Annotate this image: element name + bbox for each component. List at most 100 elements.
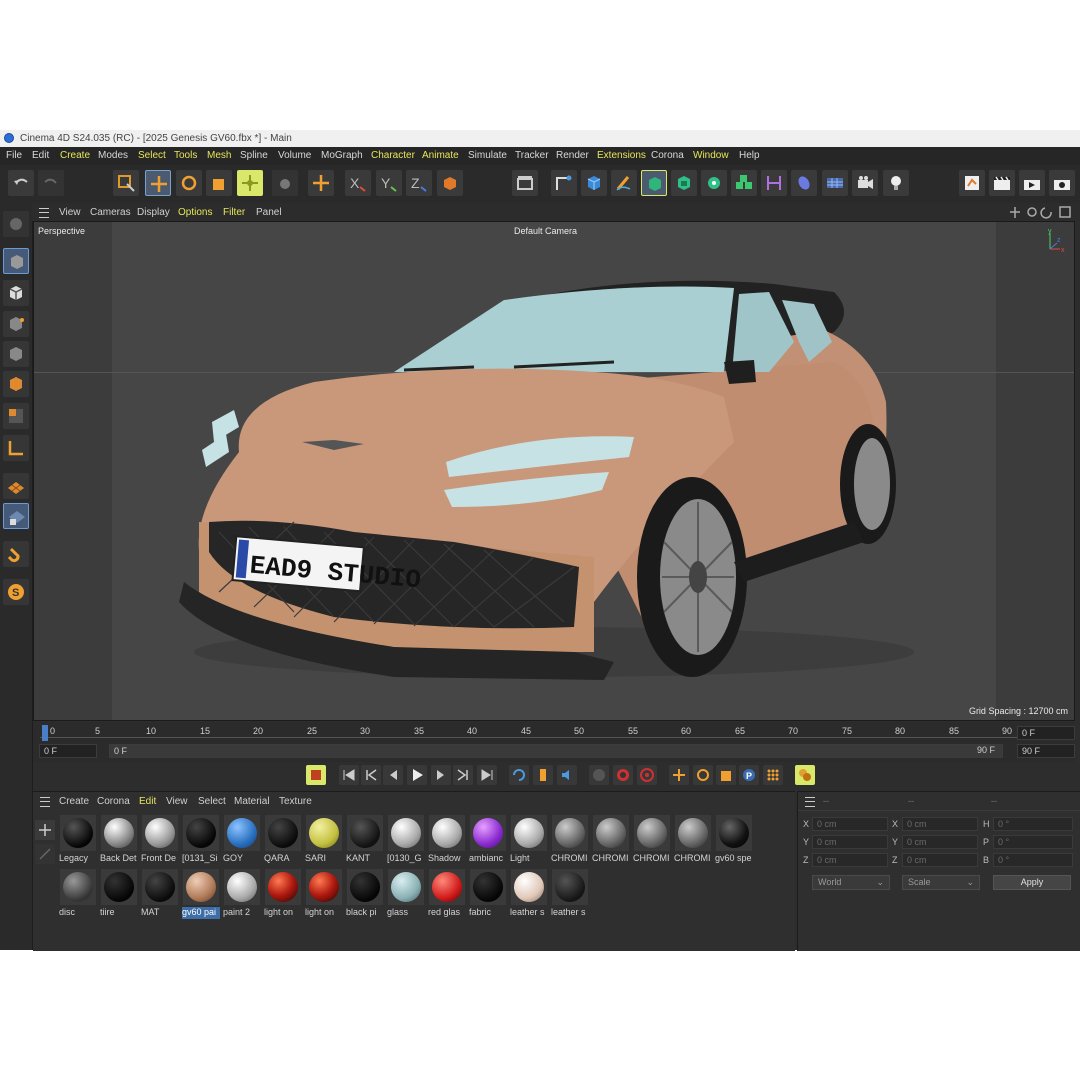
next-frame-icon[interactable]	[431, 765, 451, 785]
environment-sky-icon[interactable]	[822, 170, 848, 196]
texture-mode-icon[interactable]	[3, 280, 29, 306]
mograph-effector-icon[interactable]	[731, 170, 757, 196]
material-swatch[interactable]: fabric	[469, 868, 507, 918]
material-menu-create[interactable]: Create	[59, 796, 89, 807]
polygons-mode-icon[interactable]	[3, 371, 29, 397]
material-swatch[interactable]: [0130_G	[387, 814, 425, 864]
subdivision-surface-icon[interactable]	[641, 170, 667, 196]
coordinates-hamburger-icon[interactable]	[805, 797, 815, 807]
undo-icon[interactable]	[8, 170, 34, 196]
render-settings-icon[interactable]	[959, 170, 985, 196]
solo-mode-icon[interactable]: S	[3, 579, 29, 605]
pos-z-field[interactable]: 0 cm	[812, 853, 888, 867]
workplane-icon[interactable]	[3, 473, 29, 499]
loop-icon[interactable]	[509, 765, 529, 785]
next-key-icon[interactable]	[453, 765, 473, 785]
points-mode-icon[interactable]	[3, 311, 29, 337]
material-swatch[interactable]: CHROMI	[551, 814, 589, 864]
edit-render-settings-icon[interactable]	[1049, 170, 1075, 196]
material-swatch[interactable]: MAT	[141, 868, 179, 918]
menu-corona[interactable]: Corona	[651, 150, 684, 161]
timeline-ruler-icon[interactable]	[533, 765, 553, 785]
viewport-menu-view[interactable]: View	[59, 207, 81, 218]
live-selection-icon[interactable]	[113, 170, 139, 196]
menu-simulate[interactable]: Simulate	[468, 150, 507, 161]
deformer-icon[interactable]	[761, 170, 787, 196]
edges-mode-icon[interactable]	[3, 341, 29, 367]
mograph-cloner-icon[interactable]	[701, 170, 727, 196]
cube-primitive-icon[interactable]	[581, 170, 607, 196]
material-swatch[interactable]: ambianc	[469, 814, 507, 864]
material-swatch[interactable]: paint 2	[223, 868, 261, 918]
extrude-generator-icon[interactable]	[671, 170, 697, 196]
render-view-icon[interactable]	[989, 170, 1015, 196]
pen-sketch-icon[interactable]	[611, 170, 637, 196]
material-menu-edit[interactable]: Edit	[139, 796, 156, 807]
material-swatch[interactable]: tiire	[100, 868, 138, 918]
previous-frame-icon[interactable]	[383, 765, 403, 785]
menu-help[interactable]: Help	[739, 150, 760, 161]
uv-mode-icon[interactable]	[3, 403, 29, 429]
car-model-render[interactable]: EAD9 STUDIO	[34, 222, 1074, 720]
viewport-menu-options[interactable]: Options	[178, 207, 212, 218]
size-mode-dropdown[interactable]: Scale ⌄	[902, 875, 980, 890]
material-swatch[interactable]: KANT	[346, 814, 384, 864]
light-object-icon[interactable]	[883, 170, 909, 196]
apply-button[interactable]: Apply	[993, 875, 1071, 890]
model-mode-icon[interactable]	[3, 248, 29, 274]
go-to-end-icon[interactable]	[477, 765, 497, 785]
rot-h-field[interactable]: 0 °	[993, 817, 1073, 831]
material-link-icon[interactable]	[35, 844, 55, 864]
x-axis-icon[interactable]: X	[345, 170, 371, 196]
material-swatch[interactable]: CHROMI	[592, 814, 630, 864]
hamburger-menu-icon[interactable]	[39, 208, 49, 218]
frame-ruler[interactable]: 0 5 10 15 20 25 30 35 40 45 50 55 60 65 …	[40, 725, 1042, 741]
z-axis-icon[interactable]: Z	[406, 170, 432, 196]
record-active-objects-icon[interactable]	[589, 765, 609, 785]
y-axis-icon[interactable]: Y	[376, 170, 402, 196]
material-hamburger-icon[interactable]	[40, 797, 50, 807]
sound-icon[interactable]	[557, 765, 577, 785]
max-frame-field[interactable]: 0 F	[1017, 726, 1075, 740]
move-tool-icon[interactable]	[145, 170, 171, 196]
motion-clip-icon[interactable]	[795, 765, 815, 785]
material-swatch[interactable]: leather s	[510, 868, 548, 918]
coordinate-system-icon[interactable]	[437, 170, 463, 196]
material-swatch[interactable]: QARA	[264, 814, 302, 864]
preview-range-end[interactable]: 90 F	[973, 744, 1003, 758]
keyframe-selection-icon[interactable]	[637, 765, 657, 785]
preview-range-start[interactable]: 0 F	[109, 744, 1003, 758]
menu-mograph[interactable]: MoGraph	[321, 150, 363, 161]
material-swatch[interactable]: Back Det	[100, 814, 138, 864]
menu-animate[interactable]: Animate	[422, 150, 459, 161]
render-picture-viewer-icon[interactable]	[1019, 170, 1045, 196]
menu-select[interactable]: Select	[138, 150, 166, 161]
material-swatch[interactable]: SARI	[305, 814, 343, 864]
viewport-navigation-icons[interactable]	[1009, 206, 1073, 219]
menu-mesh[interactable]: Mesh	[207, 150, 231, 161]
viewport-menu-cameras[interactable]: Cameras	[90, 207, 131, 218]
transform-tool-icon[interactable]	[237, 170, 263, 196]
axis-mode-icon[interactable]	[3, 435, 29, 461]
play-icon[interactable]	[407, 765, 427, 785]
material-swatch[interactable]: CHROMI	[633, 814, 671, 864]
material-swatch[interactable]: gv60 pai	[182, 868, 220, 919]
rot-b-field[interactable]: 0 °	[993, 853, 1073, 867]
rot-p-field[interactable]: 0 °	[993, 835, 1073, 849]
material-swatch[interactable]: light on	[305, 868, 343, 918]
menu-character[interactable]: Character	[371, 150, 415, 161]
add-material-icon[interactable]	[35, 820, 55, 840]
material-swatch[interactable]: Front De	[141, 814, 179, 864]
material-swatch[interactable]: GOY	[223, 814, 261, 864]
snapping-icon[interactable]	[3, 541, 29, 567]
keyframe-record-icon[interactable]	[306, 765, 326, 785]
playhead[interactable]	[42, 725, 48, 741]
viewport-menu-display[interactable]: Display	[137, 207, 170, 218]
camera-object-icon[interactable]	[852, 170, 878, 196]
size-x-field[interactable]: 0 cm	[902, 817, 978, 831]
material-swatch[interactable]: light on	[264, 868, 302, 918]
material-swatch[interactable]: disc	[59, 868, 97, 918]
menu-modes[interactable]: Modes	[98, 150, 128, 161]
scale-track-icon[interactable]	[716, 765, 736, 785]
end-frame-field[interactable]: 90 F	[1017, 744, 1075, 758]
